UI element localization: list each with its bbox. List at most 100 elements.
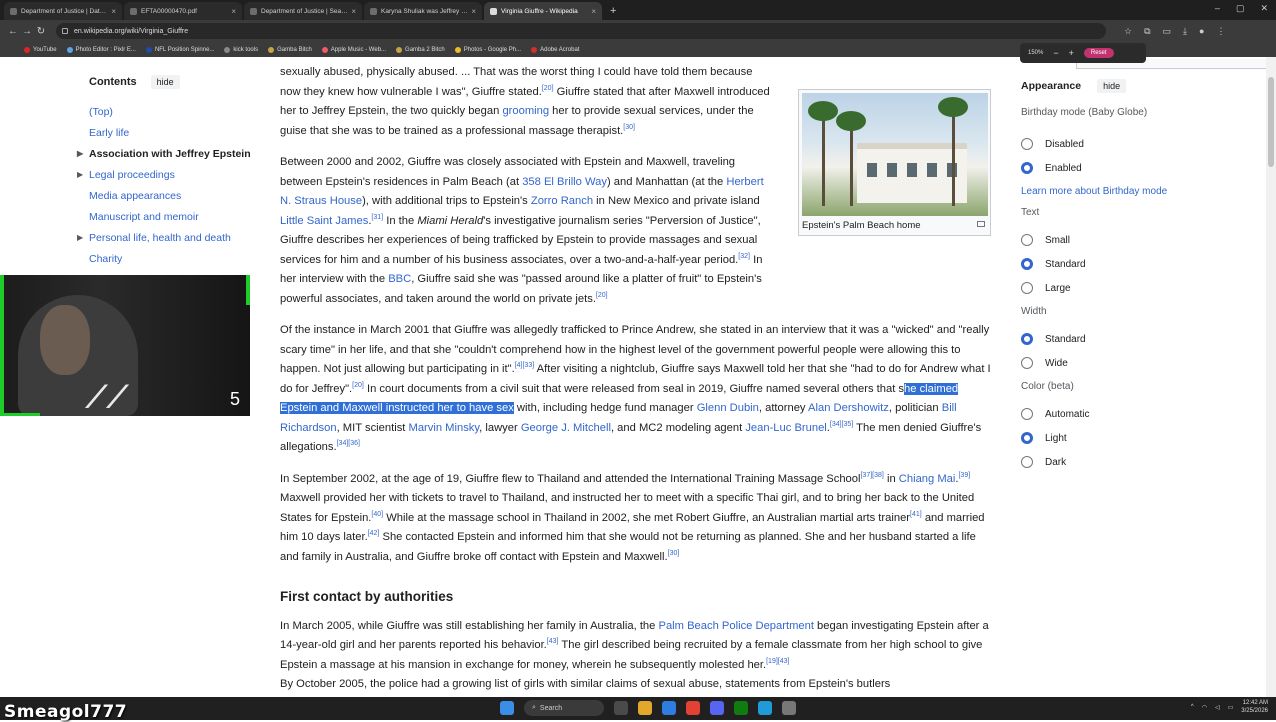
forward-icon[interactable]: → xyxy=(20,26,34,37)
star-icon[interactable]: ☆ xyxy=(1124,26,1132,37)
citation[interactable]: [31] xyxy=(371,214,383,221)
appearance-hide-button[interactable]: hide xyxy=(1097,79,1127,93)
page-scrollbar[interactable] xyxy=(1266,57,1276,697)
link-palm-beach-police[interactable]: Palm Beach Police Department xyxy=(658,620,813,632)
extensions-icon[interactable]: ⧉ xyxy=(1144,26,1150,37)
citation[interactable]: [40] xyxy=(371,511,383,518)
download-icon[interactable]: ⤓ xyxy=(1183,26,1187,37)
link-jean-luc-brunel[interactable]: Jean-Luc Brunel xyxy=(745,422,826,434)
radio-icon[interactable] xyxy=(1021,282,1033,294)
radio-width-wide[interactable]: Wide xyxy=(1021,351,1251,375)
toc-item-top[interactable]: (Top) xyxy=(80,101,255,122)
citation[interactable]: [20] xyxy=(352,382,364,389)
edge-icon[interactable] xyxy=(758,701,772,715)
radio-birthday-disabled[interactable]: Disabled xyxy=(1021,132,1251,156)
task-view-icon[interactable] xyxy=(614,701,628,715)
close-tab-icon[interactable]: × xyxy=(111,7,116,16)
citation[interactable]: [32] xyxy=(738,253,750,260)
close-tab-icon[interactable]: × xyxy=(471,7,476,16)
link-marvin-minsky[interactable]: Marvin Minsky xyxy=(409,422,480,434)
toc-item-personal-life[interactable]: ▶ Personal life, health and death xyxy=(77,227,255,248)
bookmark[interactable]: Adobe Acrobat xyxy=(531,46,579,53)
link-grooming[interactable]: grooming xyxy=(502,105,549,117)
radio-icon[interactable] xyxy=(1021,234,1033,246)
citation[interactable]: [43] xyxy=(547,638,559,645)
link-zorro-ranch[interactable]: Zorro Ranch xyxy=(531,195,593,207)
link-alan-dershowitz[interactable]: Alan Dershowitz xyxy=(808,402,889,414)
link-358-el-brillo-way[interactable]: 358 El Brillo Way xyxy=(522,176,607,188)
citation[interactable]: [19][43] xyxy=(766,658,789,665)
scrollbar-thumb[interactable] xyxy=(1268,77,1274,167)
radio-icon[interactable] xyxy=(1021,138,1033,150)
citation[interactable]: [20] xyxy=(596,292,608,299)
citation[interactable]: [4][33] xyxy=(515,362,534,369)
url-input[interactable]: en.wikipedia.org/wiki/Virginia_Giuffre xyxy=(56,23,1106,39)
toc-item-charity[interactable]: Charity xyxy=(80,248,255,269)
chevron-right-icon[interactable]: ▶ xyxy=(77,149,83,158)
start-icon[interactable] xyxy=(500,701,514,715)
clock[interactable]: 12:42 AM 3/25/2026 xyxy=(1241,699,1268,715)
menu-icon[interactable]: ⋮ xyxy=(1216,26,1225,37)
volume-icon[interactable]: ◁ xyxy=(1215,704,1220,711)
chevron-up-icon[interactable]: ^ xyxy=(1191,704,1194,710)
bookmark[interactable]: Apple Music - Web... xyxy=(321,46,386,53)
radio-icon[interactable] xyxy=(1021,456,1033,468)
bookmark[interactable]: Gamba 2 Bitch xyxy=(396,46,445,53)
zoom-reset-button[interactable]: Reset xyxy=(1083,48,1114,58)
radio-color-dark[interactable]: Dark xyxy=(1021,450,1251,474)
link-chiang-mai[interactable]: Chiang Mai xyxy=(899,473,956,485)
radio-checked-icon[interactable] xyxy=(1021,333,1033,345)
close-tab-icon[interactable]: × xyxy=(231,7,236,16)
reload-icon[interactable]: ↻ xyxy=(34,26,48,37)
radio-icon[interactable] xyxy=(1021,408,1033,420)
citation[interactable]: [34][36] xyxy=(337,440,360,447)
radio-text-small[interactable]: Small xyxy=(1021,228,1251,252)
close-window-icon[interactable]: ✕ xyxy=(1260,3,1268,14)
bookmark[interactable]: kick tools xyxy=(224,46,258,53)
citation[interactable]: [41] xyxy=(910,511,922,518)
citation[interactable]: [30] xyxy=(668,550,680,557)
bookmark[interactable]: Gamba Bitch xyxy=(268,46,312,53)
close-tab-icon[interactable]: × xyxy=(351,7,356,16)
profile-icon[interactable]: ● xyxy=(1199,26,1204,37)
bookmark[interactable]: NFL Position Spinne... xyxy=(145,46,214,53)
link-little-saint-james[interactable]: Little Saint James xyxy=(280,215,368,227)
browser-tab[interactable]: Department of Justice | Data Set × xyxy=(4,2,122,20)
radio-checked-icon[interactable] xyxy=(1021,162,1033,174)
radio-icon[interactable] xyxy=(1021,357,1033,369)
chevron-right-icon[interactable]: ▶ xyxy=(77,233,83,242)
app-icon[interactable] xyxy=(782,701,796,715)
radio-color-automatic[interactable]: Automatic xyxy=(1021,402,1251,426)
wifi-icon[interactable]: ◠ xyxy=(1202,704,1207,711)
discord-icon[interactable] xyxy=(710,701,724,715)
link-george-mitchell[interactable]: George J. Mitchell xyxy=(521,422,611,434)
citation[interactable]: [37][38] xyxy=(860,472,883,479)
birthday-mode-link[interactable]: Learn more about Birthday mode xyxy=(1021,186,1251,197)
battery-icon[interactable]: ▭ xyxy=(1228,704,1234,711)
enlarge-icon[interactable] xyxy=(977,221,985,227)
radio-checked-icon[interactable] xyxy=(1021,432,1033,444)
bookmark[interactable]: YouTube xyxy=(24,46,57,53)
back-icon[interactable]: ← xyxy=(6,26,20,37)
palm-beach-home-image[interactable] xyxy=(802,93,988,216)
toc-item-early-life[interactable]: Early life xyxy=(80,122,255,143)
toc-item-association[interactable]: ▶ Association with Jeffrey Epstein xyxy=(77,143,255,164)
taskbar-search[interactable]: ⌕ Search xyxy=(524,700,604,716)
citation[interactable]: [30] xyxy=(623,124,635,131)
bookmark[interactable]: Photos - Google Ph... xyxy=(454,46,521,53)
radio-color-light[interactable]: Light xyxy=(1021,426,1251,450)
toc-item-legal-proceedings[interactable]: ▶ Legal proceedings xyxy=(77,164,255,185)
citation[interactable]: [39] xyxy=(958,472,970,479)
browser-tab-active[interactable]: Virginia Giuffre - Wikipedia × xyxy=(484,2,602,20)
close-tab-icon[interactable]: × xyxy=(591,7,596,16)
minimize-icon[interactable]: – xyxy=(1215,3,1220,14)
xbox-icon[interactable] xyxy=(734,701,748,715)
radio-text-large[interactable]: Large xyxy=(1021,276,1251,300)
citation[interactable]: [20] xyxy=(542,85,554,92)
new-tab-button[interactable]: + xyxy=(604,5,622,20)
browser-tab[interactable]: Department of Justice | Search × xyxy=(244,2,362,20)
link-bbc[interactable]: BBC xyxy=(388,273,411,285)
file-explorer-icon[interactable] xyxy=(638,701,652,715)
bookmark[interactable]: Photo Editor : Pixlr E... xyxy=(66,46,136,53)
link-glenn-dubin[interactable]: Glenn Dubin xyxy=(697,402,759,414)
